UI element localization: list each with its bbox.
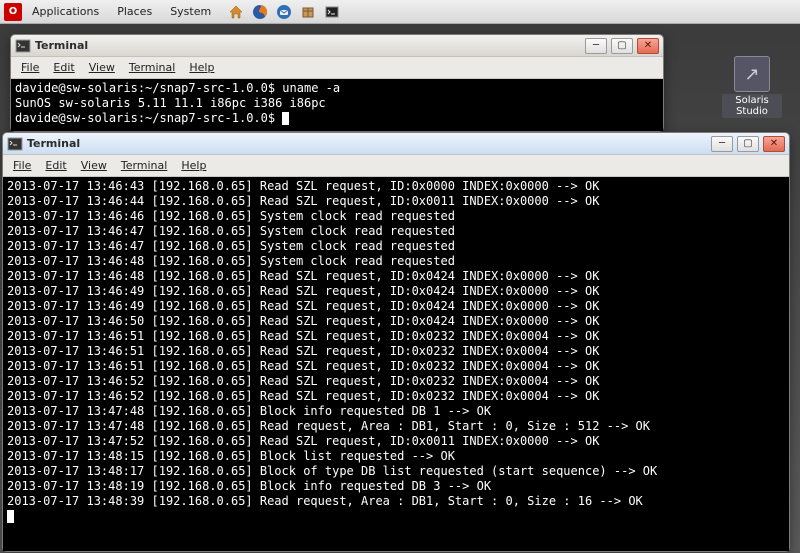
terminal-icon	[7, 136, 23, 152]
menu-edit[interactable]: Edit	[47, 59, 80, 76]
menu-file[interactable]: File	[15, 59, 45, 76]
terminal-window-2[interactable]: Terminal ─ ▢ ✕ File Edit View Terminal H…	[2, 132, 790, 552]
desktop-icon-solaris-studio[interactable]: ↗ Solaris Studio	[722, 56, 782, 118]
firefox-icon[interactable]	[249, 2, 271, 22]
terminal-window-1[interactable]: Terminal ─ ▢ ✕ File Edit View Terminal H…	[10, 34, 664, 132]
oracle-logo: O	[4, 3, 22, 21]
panel-menu-system[interactable]: System	[162, 3, 219, 20]
close-button[interactable]: ✕	[637, 38, 659, 54]
menu-terminal[interactable]: Terminal	[115, 157, 174, 174]
menubar: File Edit View Terminal Help	[3, 155, 789, 177]
desktop-icon-label: Solaris Studio	[722, 94, 782, 118]
menu-view[interactable]: View	[75, 157, 113, 174]
menu-edit[interactable]: Edit	[39, 157, 72, 174]
terminal-output[interactable]: davide@sw-solaris:~/snap7-src-1.0.0$ una…	[11, 79, 663, 131]
window-title: Terminal	[27, 137, 80, 150]
menu-view[interactable]: View	[83, 59, 121, 76]
maximize-button[interactable]: ▢	[611, 38, 633, 54]
menu-help[interactable]: Help	[175, 157, 212, 174]
minimize-button[interactable]: ─	[585, 38, 607, 54]
menubar: File Edit View Terminal Help	[11, 57, 663, 79]
titlebar[interactable]: Terminal ─ ▢ ✕	[3, 133, 789, 155]
panel-menu-places[interactable]: Places	[109, 3, 160, 20]
panel-launchers	[225, 2, 343, 22]
maximize-button[interactable]: ▢	[737, 136, 759, 152]
window-title: Terminal	[35, 39, 88, 52]
desktop-panel: O Applications Places System	[0, 0, 800, 24]
minimize-button[interactable]: ─	[711, 136, 733, 152]
terminal-launcher-icon[interactable]	[321, 2, 343, 22]
terminal-icon	[15, 38, 31, 54]
panel-menu-applications[interactable]: Applications	[24, 3, 107, 20]
terminal-output[interactable]: 2013-07-17 13:46:43 [192.168.0.65] Read …	[3, 177, 789, 551]
menu-terminal[interactable]: Terminal	[123, 59, 182, 76]
home-icon[interactable]	[225, 2, 247, 22]
menu-help[interactable]: Help	[183, 59, 220, 76]
titlebar[interactable]: Terminal ─ ▢ ✕	[11, 35, 663, 57]
arrow-icon: ↗	[734, 56, 770, 92]
menu-file[interactable]: File	[7, 157, 37, 174]
close-button[interactable]: ✕	[763, 136, 785, 152]
thunderbird-icon[interactable]	[273, 2, 295, 22]
package-manager-icon[interactable]	[297, 2, 319, 22]
